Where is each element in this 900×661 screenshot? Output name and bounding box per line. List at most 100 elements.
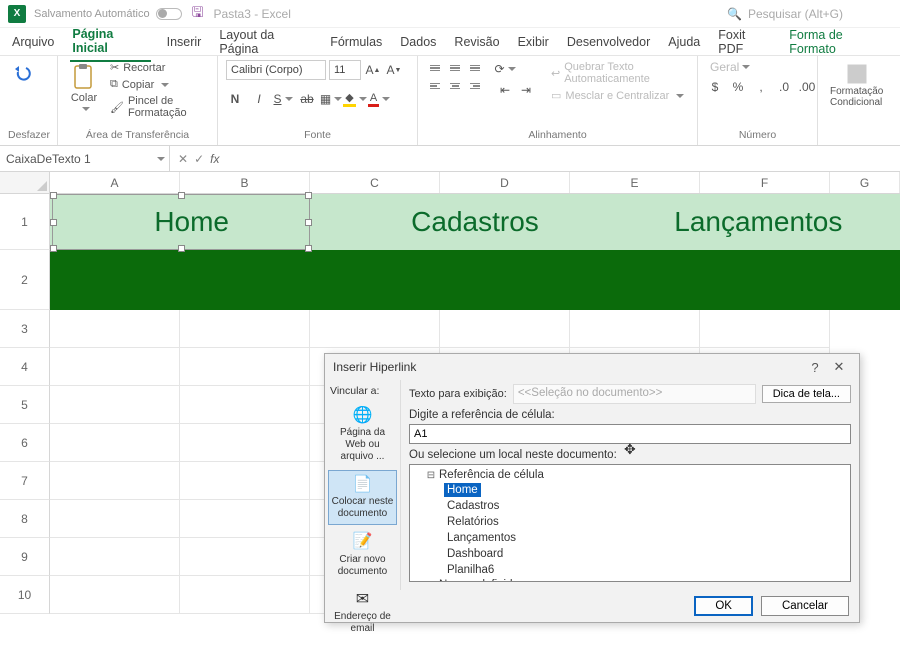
italic-button[interactable]: I	[250, 90, 268, 108]
cell[interactable]	[50, 538, 180, 576]
expand-icon[interactable]	[426, 580, 436, 583]
cell[interactable]	[700, 310, 830, 348]
cell[interactable]	[50, 424, 180, 462]
tab-foxit[interactable]: Foxit PDF	[716, 23, 773, 61]
increase-font-button[interactable]: A▲	[364, 61, 382, 79]
row-6[interactable]: 6	[0, 424, 50, 462]
cancel-button[interactable]: Cancelar	[761, 596, 849, 616]
col-C[interactable]: C	[310, 172, 440, 193]
autosave-toggle[interactable]: Salvamento Automático	[34, 8, 182, 20]
col-E[interactable]: E	[570, 172, 700, 193]
font-color-button[interactable]: A	[370, 90, 388, 108]
tab-desenvolvedor[interactable]: Desenvolvedor	[565, 30, 652, 54]
cell-ref-input[interactable]	[409, 424, 851, 444]
tab-formulas[interactable]: Fórmulas	[328, 30, 384, 54]
format-painter-button[interactable]: 🖌Pincel de Formatação	[108, 94, 209, 120]
enter-formula-button[interactable]: ✓	[194, 152, 204, 166]
banner-cadastros[interactable]: Cadastros	[333, 206, 616, 238]
row-3[interactable]: 3	[0, 310, 50, 348]
cell[interactable]	[310, 310, 440, 348]
borders-button[interactable]: ▦	[322, 90, 340, 108]
cell[interactable]	[570, 310, 700, 348]
tab-layout[interactable]: Layout da Página	[217, 23, 314, 61]
screen-tip-button[interactable]: Dica de tela...	[762, 385, 851, 403]
collapse-icon[interactable]: ⊟	[426, 470, 436, 481]
close-button[interactable]: ✕	[827, 359, 851, 375]
chevron-down-icon[interactable]	[154, 152, 165, 166]
tab-revisao[interactable]: Revisão	[452, 30, 501, 54]
name-box[interactable]: CaixaDeTexto 1	[0, 146, 170, 171]
row-2[interactable]: 2	[0, 250, 50, 310]
cell[interactable]	[180, 576, 310, 614]
strikethrough-button[interactable]: ab	[298, 90, 316, 108]
cell[interactable]	[50, 348, 180, 386]
tree-item-home[interactable]: Home	[444, 483, 481, 497]
cell[interactable]	[180, 500, 310, 538]
orientation-button[interactable]: ⟳	[496, 60, 514, 78]
select-all-button[interactable]	[0, 172, 50, 193]
col-D[interactable]: D	[440, 172, 570, 193]
row-9[interactable]: 9	[0, 538, 50, 576]
tab-arquivo[interactable]: Arquivo	[10, 30, 56, 54]
row-1[interactable]: 1	[0, 194, 50, 250]
row-5[interactable]: 5	[0, 386, 50, 424]
tab-ajuda[interactable]: Ajuda	[666, 30, 702, 54]
tab-exibir[interactable]: Exibir	[516, 30, 551, 54]
cell[interactable]	[50, 462, 180, 500]
toggle-icon[interactable]	[156, 8, 182, 20]
cell[interactable]	[180, 310, 310, 348]
tree-item-dashboard[interactable]: Dashboard	[444, 547, 506, 561]
linkto-email[interactable]: ✉Endereço de email	[328, 585, 397, 640]
copy-button[interactable]: ⧉Copiar	[108, 77, 209, 92]
undo-button[interactable]	[8, 60, 38, 86]
underline-button[interactable]: S	[274, 90, 292, 108]
save-icon[interactable]: 🖫	[192, 2, 204, 26]
row-7[interactable]: 7	[0, 462, 50, 500]
linkto-this-document[interactable]: 📄Colocar neste documento	[328, 470, 397, 525]
tree-item-relatorios[interactable]: Relatórios	[444, 515, 502, 529]
col-A[interactable]: A	[50, 172, 180, 193]
indent-increase-button[interactable]: ⇥	[517, 81, 535, 99]
ok-button[interactable]: OK	[694, 596, 753, 616]
help-button[interactable]: ?	[803, 360, 827, 375]
tree-item-planilha6[interactable]: Planilha6	[444, 563, 497, 577]
cell[interactable]	[180, 348, 310, 386]
col-F[interactable]: F	[700, 172, 830, 193]
font-name-select[interactable]: Calibri (Corpo)	[226, 60, 326, 80]
decrease-font-button[interactable]: A▼	[385, 61, 403, 79]
banner-lancamentos[interactable]: Lançamentos	[617, 206, 900, 238]
cell[interactable]	[50, 386, 180, 424]
cell[interactable]	[50, 310, 180, 348]
row-10[interactable]: 10	[0, 576, 50, 614]
col-G[interactable]: G	[830, 172, 900, 193]
indent-decrease-button[interactable]: ⇤	[496, 81, 514, 99]
cell[interactable]	[50, 500, 180, 538]
tab-forma-formato[interactable]: Forma de Formato	[787, 23, 890, 61]
row-4[interactable]: 4	[0, 348, 50, 386]
paste-button[interactable]: Colar	[66, 60, 102, 118]
tree-root-refs[interactable]: Referência de célula	[439, 469, 544, 481]
cell[interactable]	[180, 424, 310, 462]
banner-home[interactable]: Home	[50, 206, 333, 238]
tree-item-lancamentos[interactable]: Lançamentos	[444, 531, 519, 545]
tab-inserir[interactable]: Inserir	[165, 30, 204, 54]
cell[interactable]	[180, 538, 310, 576]
linkto-new-document[interactable]: 📝Criar novo documento	[328, 527, 397, 582]
cell[interactable]	[180, 462, 310, 500]
alignment-buttons[interactable]	[426, 60, 484, 94]
fx-icon[interactable]: fx	[210, 152, 219, 166]
tree-root-names[interactable]: Nomes definidos	[439, 579, 525, 582]
document-tree[interactable]: ⊟Referência de célula Home Cadastros Rel…	[409, 464, 851, 582]
tab-dados[interactable]: Dados	[398, 30, 438, 54]
bold-button[interactable]: N	[226, 90, 244, 108]
search-box[interactable]: 🔍 Pesquisar (Alt+G)	[718, 4, 852, 24]
font-size-select[interactable]: 11	[329, 60, 361, 80]
row-8[interactable]: 8	[0, 500, 50, 538]
fill-color-button[interactable]: ◆	[346, 90, 364, 108]
cell[interactable]	[180, 386, 310, 424]
cut-button[interactable]: ✂Recortar	[108, 60, 209, 75]
cell[interactable]	[50, 576, 180, 614]
cell[interactable]	[440, 310, 570, 348]
linkto-web-file[interactable]: 🌐Página da Web ou arquivo ...	[328, 401, 397, 468]
tree-item-cadastros[interactable]: Cadastros	[444, 499, 502, 513]
